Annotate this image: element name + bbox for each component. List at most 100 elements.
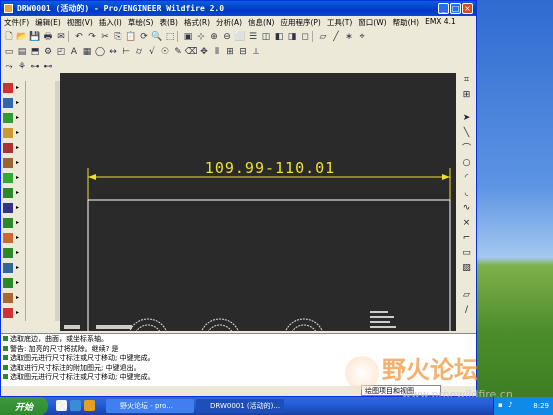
paste-icon[interactable]: 📋 xyxy=(125,31,137,43)
datum-axis-icon[interactable]: ╱ xyxy=(330,31,342,43)
note-icon[interactable]: A xyxy=(68,46,80,58)
left-tool-10[interactable]: ▸ xyxy=(3,216,25,229)
menu-window[interactable]: 窗口(W) xyxy=(355,16,389,28)
left-tool-8[interactable]: ▸ xyxy=(3,186,25,199)
menu-info[interactable]: 信息(N) xyxy=(245,16,277,28)
print-icon[interactable]: 🖶 xyxy=(42,31,54,43)
clean-dims-icon[interactable]: ⊞ xyxy=(224,46,236,58)
quicklaunch-desktop-icon[interactable] xyxy=(56,400,67,411)
left-tool-12[interactable]: ▸ xyxy=(3,246,25,259)
drawing-models-icon[interactable]: ◰ xyxy=(55,46,67,58)
model-view-icon[interactable]: ⬒ xyxy=(29,46,41,58)
relation-icon[interactable]: ⤳ xyxy=(3,61,15,73)
left-tool-2[interactable]: ▸ xyxy=(3,96,25,109)
close-button[interactable]: × xyxy=(462,3,473,14)
rectangle-icon[interactable]: ▭ xyxy=(457,246,476,259)
align-icon[interactable]: ⫴ xyxy=(211,46,223,58)
move-icon[interactable]: ✥ xyxy=(198,46,210,58)
sketch-toggle-icon[interactable]: ⌗ xyxy=(457,73,476,86)
hatch-tool-icon[interactable]: ▨ xyxy=(457,261,476,274)
zoom-in-icon[interactable]: ⊕ xyxy=(208,31,220,43)
quicklaunch-ie-icon[interactable] xyxy=(70,400,81,411)
menu-view[interactable]: 视图(V) xyxy=(64,16,96,28)
left-tool-11[interactable]: ▸ xyxy=(3,231,25,244)
menu-sketch[interactable]: 草绘(S) xyxy=(125,16,157,28)
slash-icon[interactable]: ∕ xyxy=(457,303,476,316)
surface-finish-icon[interactable]: √ xyxy=(146,46,158,58)
left-tool-7[interactable]: ▸ xyxy=(3,171,25,184)
coord-sys-icon[interactable]: ⌖ xyxy=(356,31,368,43)
select-arrow-icon[interactable]: ➤ xyxy=(457,111,476,124)
circle-icon[interactable]: ○ xyxy=(457,156,476,169)
menu-insert[interactable]: 插入(I) xyxy=(96,16,125,28)
quicklaunch-folder-icon[interactable] xyxy=(84,400,95,411)
balloon-icon[interactable]: ◯ xyxy=(94,46,106,58)
snap-line-icon[interactable]: ⊟ xyxy=(237,46,249,58)
left-tool-4[interactable]: ▸ xyxy=(3,126,25,139)
menu-applications[interactable]: 应用程序(P) xyxy=(277,16,323,28)
menu-format[interactable]: 格式(R) xyxy=(181,16,213,28)
shading-icon[interactable]: ◧ xyxy=(273,31,285,43)
zoom-out-icon[interactable]: ⊖ xyxy=(221,31,233,43)
gtol-icon[interactable]: ⌭ xyxy=(133,46,145,58)
wireframe-icon[interactable]: ◻ xyxy=(299,31,311,43)
undo-icon[interactable]: ↶ xyxy=(73,31,85,43)
drawing-svg[interactable]: 109.99-110.01 xyxy=(60,73,456,331)
symbol-icon[interactable]: ☉ xyxy=(159,46,171,58)
ellipse-icon[interactable]: ◜ xyxy=(457,171,476,184)
network-icon[interactable]: ▪ xyxy=(498,401,503,409)
menu-emx[interactable]: EMX 4.1 xyxy=(422,16,459,28)
left-tool-16[interactable]: ▸ xyxy=(3,306,25,319)
save-icon[interactable]: 💾 xyxy=(29,31,41,43)
new-file-icon[interactable]: 🗋 xyxy=(3,31,15,43)
parallelogram-icon[interactable]: ▱ xyxy=(457,288,476,301)
start-button[interactable]: 开始 xyxy=(0,397,48,415)
menu-tools[interactable]: 工具(T) xyxy=(324,16,355,28)
left-tool-5[interactable]: ▸ xyxy=(3,141,25,154)
title-bar[interactable]: DRW0001 (活动的) - Pro/ENGINEER Wildfire 2.… xyxy=(1,1,476,16)
select-box-icon[interactable]: ⬚ xyxy=(164,31,176,43)
orient-icon[interactable]: ⊹ xyxy=(195,31,207,43)
layer-tree-icon[interactable]: ⊷ xyxy=(42,61,54,73)
copy-icon[interactable]: ⎘ xyxy=(112,31,124,43)
cut-icon[interactable]: ✂ xyxy=(99,31,111,43)
insert-break-icon[interactable]: ⟂ xyxy=(250,46,262,58)
email-icon[interactable]: ✉ xyxy=(55,31,67,43)
task-browser[interactable]: 野火论坛 - pro... xyxy=(106,399,194,413)
grid-icon[interactable]: ⊞ xyxy=(457,88,476,101)
volume-icon[interactable]: ♪ xyxy=(508,401,512,409)
minimize-button[interactable]: _ xyxy=(438,3,449,14)
drawing-canvas[interactable]: 109.99-110.01 xyxy=(60,73,456,331)
dimension-value[interactable]: 109.99-110.01 xyxy=(205,159,335,177)
left-tool-14[interactable]: ▸ xyxy=(3,276,25,289)
left-tool-6[interactable]: ▸ xyxy=(3,156,25,169)
menu-file[interactable]: 文件(F) xyxy=(1,16,32,28)
menu-help[interactable]: 帮助(H) xyxy=(390,16,423,28)
model-tree-icon[interactable]: ⊶ xyxy=(29,61,41,73)
maximize-button[interactable]: □ xyxy=(450,3,461,14)
dimension-icon[interactable]: ↔ xyxy=(107,46,119,58)
parameters-icon[interactable]: ⚘ xyxy=(16,61,28,73)
drawing-options-icon[interactable]: ⚙ xyxy=(42,46,54,58)
repaint-icon[interactable]: ▣ xyxy=(182,31,194,43)
task-proe[interactable]: DRW0001 (活动的)... xyxy=(196,399,284,413)
spline-tool-icon[interactable]: ∿ xyxy=(457,201,476,214)
offset-tool-icon[interactable]: ⌐ xyxy=(457,231,476,244)
menu-edit[interactable]: 编辑(E) xyxy=(32,16,64,28)
point-icon[interactable]: × xyxy=(457,216,476,229)
table-icon[interactable]: ▦ xyxy=(81,46,93,58)
ordinate-dim-icon[interactable]: ⊢ xyxy=(120,46,132,58)
left-tool-15[interactable]: ▸ xyxy=(3,291,25,304)
datum-plane-icon[interactable]: ▱ xyxy=(317,31,329,43)
new-sheet-icon[interactable]: ▭ xyxy=(3,46,15,58)
refit-icon[interactable]: ⬜ xyxy=(234,31,246,43)
fillet-tool-icon[interactable]: ◟ xyxy=(457,186,476,199)
show-annotations-icon[interactable]: ✎ xyxy=(172,46,184,58)
hidden-line-icon[interactable]: ◨ xyxy=(286,31,298,43)
menu-table[interactable]: 表(B) xyxy=(156,16,181,28)
layers-icon[interactable]: ☰ xyxy=(247,31,259,43)
line-tool-icon[interactable]: ╲ xyxy=(457,126,476,139)
find-icon[interactable]: 🔍 xyxy=(151,31,163,43)
open-icon[interactable]: 📂 xyxy=(16,31,28,43)
selection-filter-field[interactable]: 绘图项目和视图 xyxy=(361,385,441,396)
